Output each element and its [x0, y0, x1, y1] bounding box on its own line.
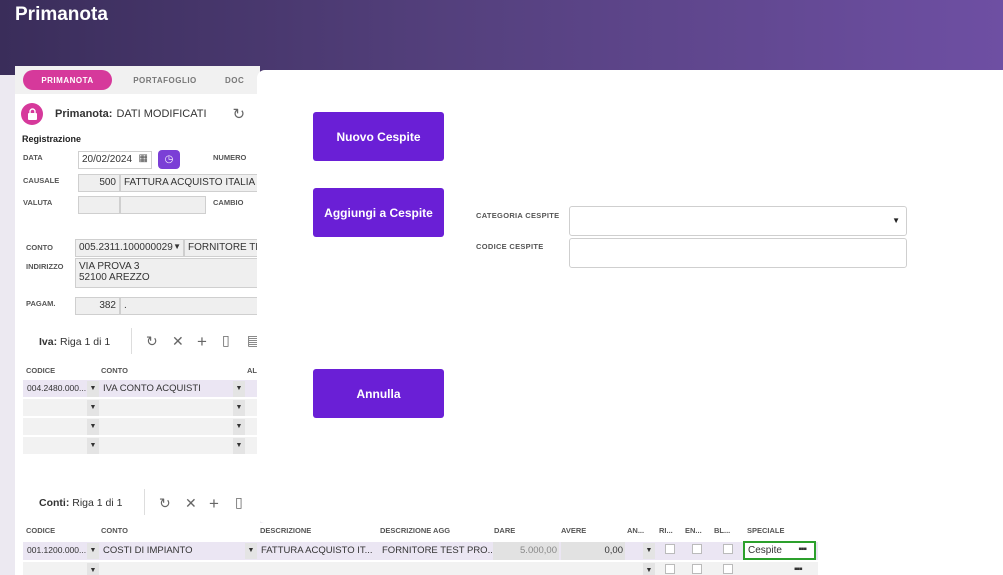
codice-cespite-input[interactable]	[569, 238, 907, 268]
tab-primanota[interactable]: PRIMANOTA	[23, 70, 112, 90]
data-field[interactable]: 20/02/2024 ▦	[78, 151, 152, 169]
pagam-desc-field[interactable]: .	[120, 297, 260, 315]
data-label: DATA	[23, 153, 43, 162]
aggiungi-cespite-button[interactable]: Aggiungi a Cespite	[313, 188, 444, 237]
chevron-down-icon[interactable]: ▼	[87, 381, 99, 397]
table-row[interactable]: ▼ ▼	[23, 399, 260, 417]
bl-checkbox[interactable]	[723, 544, 733, 554]
indirizzo-label: INDIRIZZO	[26, 262, 64, 271]
conti-header-descrizione-agg: DESCRIZIONE AGG	[380, 526, 451, 535]
ri-checkbox[interactable]	[665, 564, 675, 574]
en-checkbox[interactable]	[692, 544, 702, 554]
chevron-down-icon[interactable]: ▼	[87, 563, 99, 575]
table-row[interactable]: ▼ ▼	[23, 418, 260, 436]
clipboard-icon[interactable]: ▯	[235, 494, 243, 511]
conti-header-avere: AVERE	[561, 526, 587, 535]
cespite-modal: Nuovo Cespite Aggiungi a Cespite Annulla…	[257, 70, 1003, 523]
causale-label: CAUSALE	[23, 176, 60, 185]
conti-header-bl: BL...	[714, 526, 731, 535]
bl-checkbox[interactable]	[723, 564, 733, 574]
conti-header-en: EN...	[685, 526, 702, 535]
refresh-icon[interactable]: ↻	[233, 105, 246, 123]
app-title: Primanota	[15, 4, 108, 25]
conti-header-dare: DARE	[494, 526, 516, 535]
calendar-icon[interactable]: ▦	[139, 153, 148, 164]
divider	[131, 328, 132, 354]
valuta-desc-field[interactable]	[120, 196, 206, 214]
lock-icon[interactable]	[21, 103, 43, 125]
conti-grid: CODICE CONTO DESCRIZIONE DESCRIZIONE AGG…	[0, 523, 1003, 575]
codice-cespite-label: CODICE CESPITE	[476, 242, 544, 251]
primanota-panel: PRIMANOTA PORTAFOGLIO DOC Primanota: DAT…	[15, 66, 260, 575]
delete-icon[interactable]: ✕	[172, 333, 184, 350]
conti-header-speciale: SPECIALE	[747, 526, 785, 535]
ri-checkbox[interactable]	[665, 544, 675, 554]
conto-label: CONTO	[26, 243, 53, 252]
conti-header-ri: RI...	[659, 526, 673, 535]
app-header: Primanota	[0, 0, 1003, 75]
chevron-down-icon[interactable]: ▼	[245, 543, 257, 559]
iva-header-conto: CONTO	[101, 366, 128, 375]
chevron-down-icon[interactable]: ▼	[87, 400, 99, 416]
conto-field[interactable]: 005.2311.100000029 ▼	[75, 239, 184, 257]
divider	[144, 489, 145, 515]
chevron-down-icon[interactable]: ▼	[87, 438, 99, 454]
cambio-label: CAMBIO	[213, 198, 244, 207]
chevron-down-icon[interactable]: ▼	[643, 563, 655, 575]
table-row[interactable]: 004.2480.000... ▼ IVA CONTO ACQUISTI ▼	[23, 380, 260, 398]
add-icon[interactable]: +	[197, 332, 207, 352]
status-row: Primanota: DATI MODIFICATI ↻	[21, 102, 245, 126]
conti-header-descrizione: DESCRIZIONE	[260, 526, 312, 535]
more-icon[interactable]: ▪▪▪	[798, 544, 807, 555]
status-value: DATI MODIFICATI	[116, 108, 207, 120]
causale-desc-field[interactable]: FATTURA ACQUISTO ITALIA	[120, 174, 260, 192]
conti-header-conto: CONTO	[101, 526, 128, 535]
valuta-label: VALUTA	[23, 198, 53, 207]
refresh-icon[interactable]: ↻	[146, 333, 158, 350]
add-icon[interactable]: +	[209, 494, 219, 514]
clipboard-icon[interactable]: ▯	[222, 332, 230, 349]
iva-header-al: AL	[247, 366, 257, 375]
chevron-down-icon[interactable]: ▼	[233, 419, 245, 435]
table-row[interactable]: ▼ ▼	[23, 437, 260, 455]
tab-bar: PRIMANOTA PORTAFOGLIO DOC	[15, 66, 260, 94]
speciale-field[interactable]: Cespite ▪▪▪	[743, 541, 816, 560]
pagam-code-field[interactable]: 382	[75, 297, 120, 315]
valuta-code-field[interactable]	[78, 196, 120, 214]
en-checkbox[interactable]	[692, 564, 702, 574]
clock-icon: ◷	[164, 154, 174, 165]
indirizzo-field[interactable]: VIA PROVA 3 52100 AREZZO	[75, 258, 260, 288]
chevron-down-icon[interactable]: ▼	[233, 400, 245, 416]
refresh-icon[interactable]: ↻	[159, 495, 171, 512]
categoria-cespite-select[interactable]: ▼	[569, 206, 907, 236]
status-label: Primanota:	[55, 108, 113, 120]
conti-header-an: AN...	[627, 526, 645, 535]
iva-header-codice: CODICE	[26, 366, 56, 375]
more-icon[interactable]: ▪▪▪	[794, 564, 803, 575]
iva-section-header: Iva: Riga 1 di 1	[39, 336, 111, 348]
table-row[interactable]: 001.1200.000... ▼ COSTI DI IMPIANTO ▼ FA…	[23, 541, 818, 560]
chevron-down-icon: ▼	[892, 216, 900, 225]
delete-icon[interactable]: ✕	[185, 495, 197, 512]
chevron-down-icon[interactable]: ▼	[643, 543, 655, 559]
tab-portafoglio[interactable]: PORTAFOGLIO	[125, 70, 205, 90]
pagam-label: PAGAM.	[26, 299, 56, 308]
chevron-down-icon[interactable]: ▼	[87, 543, 99, 559]
numero-label: NUMERO	[213, 153, 247, 162]
annulla-button[interactable]: Annulla	[313, 369, 444, 418]
chevron-down-icon[interactable]: ▼	[173, 242, 181, 251]
chevron-down-icon[interactable]: ▼	[87, 419, 99, 435]
categoria-cespite-label: CATEGORIA CESPITE	[476, 211, 560, 220]
clock-button[interactable]: ◷	[158, 150, 180, 169]
conti-section-header: Conti: Riga 1 di 1	[39, 497, 123, 509]
conto-desc-field[interactable]: FORNITORE TEST	[184, 239, 260, 257]
chevron-down-icon[interactable]: ▼	[233, 381, 245, 397]
registrazione-title: Registrazione	[22, 134, 82, 144]
nuovo-cespite-button[interactable]: Nuovo Cespite	[313, 112, 444, 161]
tab-doc[interactable]: DOC	[225, 70, 260, 90]
causale-code-field[interactable]: 500	[78, 174, 120, 192]
conti-header-codice: CODICE	[26, 526, 56, 535]
table-row[interactable]: ▼ ▼ ▪▪▪	[23, 562, 818, 575]
chevron-down-icon[interactable]: ▼	[233, 438, 245, 454]
